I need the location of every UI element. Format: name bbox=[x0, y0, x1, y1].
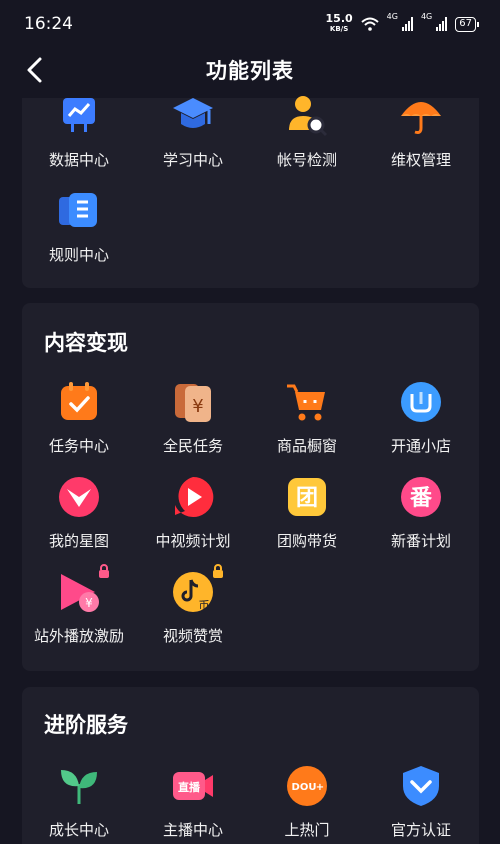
back-arrow-icon[interactable] bbox=[20, 54, 52, 86]
grid-item-label: 我的星图 bbox=[48, 532, 109, 550]
graduation-cap-icon bbox=[171, 94, 215, 138]
signal-icon bbox=[401, 17, 413, 31]
screen: 16:24 15.0 KB/S 4G 4G 67 功能列表 数据中心 学习中心 … bbox=[0, 0, 500, 844]
network-speed: 15.0 KB/S bbox=[325, 12, 353, 34]
grid-item-label: 上热门 bbox=[284, 821, 330, 839]
tuan-glyph: 团 bbox=[296, 486, 318, 511]
status-time: 16:24 bbox=[24, 14, 73, 34]
page-title: 功能列表 bbox=[206, 59, 294, 83]
dou-plus-icon: DOU + bbox=[285, 764, 329, 808]
network-type-2: 4G bbox=[420, 12, 433, 21]
grid-item-streamer-center[interactable]: 直播 主播中心 bbox=[136, 764, 250, 840]
dou-glyph: DOU bbox=[292, 782, 317, 793]
sprout-icon bbox=[57, 764, 101, 808]
group-buy-icon: 团 bbox=[285, 475, 329, 519]
video-play-icon bbox=[171, 475, 215, 519]
bi-glyph: 币 bbox=[199, 599, 210, 612]
grid-item-data-center[interactable]: 数据中心 bbox=[22, 94, 136, 170]
grid-item-growth-center[interactable]: 成长中心 bbox=[22, 764, 136, 840]
yuan-card-icon: ¥ bbox=[171, 380, 215, 424]
section-advanced-services: 进阶服务 成长中心 直播 主播中心 DOU + 上热门 官方认证 bbox=[22, 687, 479, 844]
yuan-symbol: ¥ bbox=[85, 596, 93, 610]
wifi-icon bbox=[361, 17, 379, 31]
section-title: 进阶服务 bbox=[44, 713, 128, 737]
grid-item-mid-video-plan[interactable]: 中视频计划 bbox=[136, 475, 250, 551]
grid-item-label: 规则中心 bbox=[48, 246, 109, 264]
grid-item-learning-center[interactable]: 学习中心 bbox=[136, 94, 250, 170]
lock-icon bbox=[213, 564, 223, 578]
grid-item-label: 新番计划 bbox=[390, 532, 451, 550]
grid-item-label: 成长中心 bbox=[48, 821, 109, 839]
speed-value: 15.0 bbox=[325, 12, 353, 25]
signal-icon-2 bbox=[436, 17, 448, 31]
grid-item-official-verification[interactable]: 官方认证 bbox=[364, 764, 478, 840]
grid-item-external-play-incentive[interactable]: ¥ 站外播放激励 bbox=[22, 564, 136, 646]
verified-shield-icon bbox=[399, 764, 443, 808]
shopping-cart-icon bbox=[285, 380, 329, 424]
grid-item-label: 中视频计划 bbox=[155, 532, 231, 550]
grid-item-open-shop[interactable]: 开通小店 bbox=[364, 380, 478, 456]
status-bar: 16:24 15.0 KB/S 4G 4G 67 bbox=[0, 0, 500, 48]
grid-item-label: 任务中心 bbox=[48, 437, 109, 455]
new-anime-icon: 番 bbox=[399, 475, 443, 519]
speed-unit: KB/S bbox=[329, 25, 349, 33]
live-camera-icon: 直播 bbox=[171, 764, 215, 808]
lock-icon bbox=[99, 564, 109, 578]
battery-icon: 67 bbox=[455, 16, 479, 32]
zhibo-glyph: 直播 bbox=[178, 780, 201, 794]
grid-item-label: 团购带货 bbox=[276, 532, 337, 550]
yuan-symbol: ¥ bbox=[192, 396, 203, 417]
grid-item-label: 站外播放激励 bbox=[33, 627, 124, 645]
grid-item-account-check[interactable]: 帐号检测 bbox=[250, 94, 364, 170]
network-type-1: 4G bbox=[386, 12, 398, 21]
grid-item-video-tip[interactable]: 币 视频赞赏 bbox=[136, 564, 250, 646]
umbrella-icon bbox=[399, 94, 443, 138]
grid-item-label: 开通小店 bbox=[390, 437, 451, 455]
grid-item-label: 主播中心 bbox=[162, 821, 223, 839]
grid-item-task-center[interactable]: 任务中心 bbox=[22, 380, 136, 456]
section-monetization: 内容变现 任务中心 ¥ 全民任务 商品橱窗 开通小店 我的星图 中视频计划 团 … bbox=[22, 303, 479, 671]
user-search-icon bbox=[285, 94, 329, 138]
section-title: 内容变现 bbox=[44, 331, 128, 355]
grid-item-label: 商品橱窗 bbox=[276, 437, 337, 455]
grid-item-label: 帐号检测 bbox=[276, 151, 337, 169]
status-icons: 15.0 KB/S 4G 4G 67 bbox=[325, 12, 479, 34]
grid-item-label: 视频赞赏 bbox=[162, 627, 223, 645]
grid-item-label: 学习中心 bbox=[162, 151, 223, 169]
shop-bag-icon bbox=[399, 380, 443, 424]
nav-bar: 功能列表 bbox=[0, 48, 500, 92]
grid-item-label: 维权管理 bbox=[390, 151, 451, 169]
grid-item-rights-management[interactable]: 维权管理 bbox=[364, 94, 478, 170]
task-calendar-icon bbox=[57, 380, 101, 424]
grid-item-product-showcase[interactable]: 商品橱窗 bbox=[250, 380, 364, 456]
grid-item-rules-center[interactable]: 规则中心 bbox=[22, 189, 136, 265]
rules-book-icon bbox=[57, 189, 101, 233]
chart-board-icon bbox=[57, 94, 101, 138]
plus-glyph: + bbox=[316, 782, 324, 793]
tiktok-coin-icon: 币 bbox=[171, 564, 223, 614]
star-map-icon bbox=[57, 475, 101, 519]
fan-glyph: 番 bbox=[409, 486, 433, 511]
grid-item-label: 全民任务 bbox=[162, 437, 223, 455]
grid-item-label: 数据中心 bbox=[48, 151, 109, 169]
grid-item-all-tasks[interactable]: ¥ 全民任务 bbox=[136, 380, 250, 456]
grid-item-group-buy[interactable]: 团 团购带货 bbox=[250, 475, 364, 551]
grid-item-label: 官方认证 bbox=[390, 821, 451, 839]
grid-item-hot-boost[interactable]: DOU + 上热门 bbox=[250, 764, 364, 840]
external-play-icon: ¥ bbox=[57, 564, 109, 614]
grid-item-star-map[interactable]: 我的星图 bbox=[22, 475, 136, 551]
section-tools: 数据中心 学习中心 帐号检测 维权管理 规则中心 bbox=[22, 96, 479, 288]
grid-item-new-anime-plan[interactable]: 番 新番计划 bbox=[364, 475, 478, 551]
